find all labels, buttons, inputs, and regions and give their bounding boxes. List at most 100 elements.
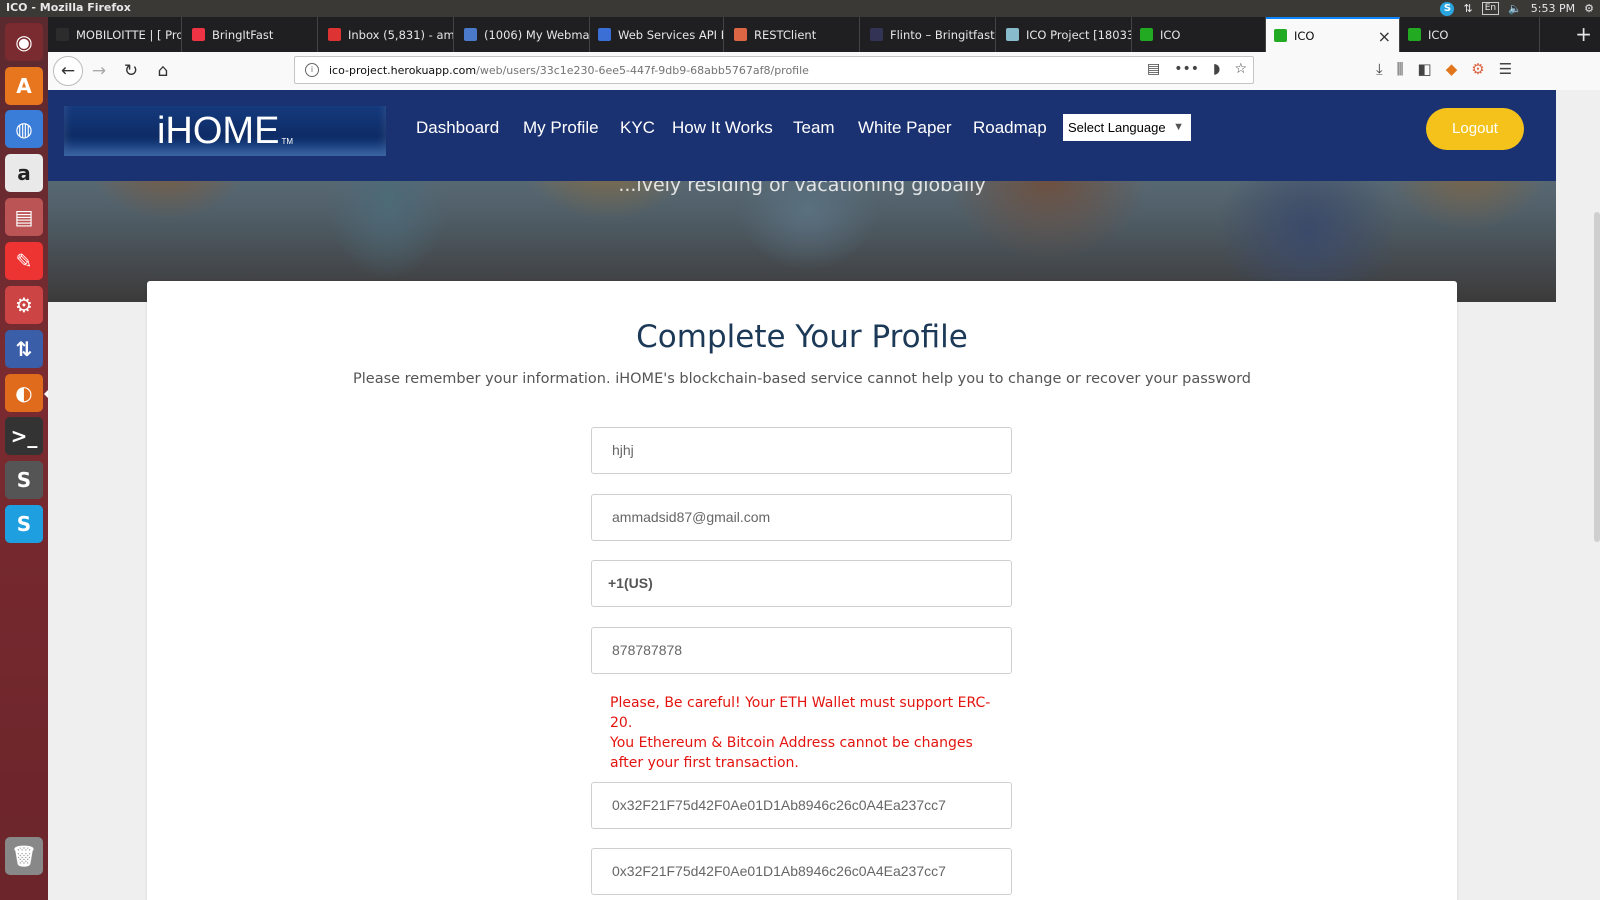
phone-field[interactable]: 878787878 xyxy=(591,627,1012,674)
logo-tm: TM xyxy=(281,136,293,146)
system-tray: S ⇅ En 🔈 5:53 PM ⚙ xyxy=(1440,0,1594,17)
launcher-software-center-icon[interactable]: A xyxy=(5,67,43,105)
email-field[interactable]: ammadsid87@gmail.com xyxy=(591,494,1012,541)
profile-card: Complete Your Profile Please remember yo… xyxy=(147,281,1457,900)
logout-button[interactable]: Logout xyxy=(1426,108,1524,150)
browser-tab[interactable]: MOBILOITTE | [ Project xyxy=(48,17,182,52)
tab-favicon-icon xyxy=(1274,29,1287,42)
browser-tab[interactable]: Web Services API D xyxy=(590,17,724,52)
keyboard-layout-indicator[interactable]: En xyxy=(1481,2,1500,15)
close-tab-icon[interactable]: × xyxy=(1378,27,1391,46)
window-title: ICO - Mozilla Firefox xyxy=(6,1,131,14)
tab-label: ICO xyxy=(1160,27,1181,42)
menu-icon[interactable]: ☰ xyxy=(1499,60,1512,78)
network-tray-icon[interactable]: ⇅ xyxy=(1463,2,1472,15)
launcher-chrome-icon[interactable]: ◍ xyxy=(5,110,43,148)
tab-favicon-icon xyxy=(464,28,477,41)
tab-label: ICO xyxy=(1294,28,1315,43)
tab-favicon-icon xyxy=(56,28,69,41)
page-actions-icon[interactable]: ••• xyxy=(1174,61,1199,77)
dropdown-arrow-icon: ▼ xyxy=(1173,121,1184,133)
tab-favicon-icon xyxy=(1140,28,1153,41)
launcher-network-icon[interactable]: ⇅ xyxy=(5,330,43,368)
browser-tab[interactable]: (1006) My Webmail xyxy=(456,17,590,52)
tab-favicon-icon xyxy=(192,28,205,41)
page-title: Complete Your Profile xyxy=(636,319,968,355)
volume-icon[interactable]: 🔈 xyxy=(1508,2,1522,15)
reader-view-icon[interactable]: ▤ xyxy=(1147,61,1160,77)
url-bar[interactable]: i ico-project.herokuapp.com/web/users/33… xyxy=(294,56,1254,84)
new-tab-button[interactable]: + xyxy=(1575,22,1592,46)
tab-favicon-icon xyxy=(328,28,341,41)
tab-label: BringItFast xyxy=(212,27,274,42)
browser-tab[interactable]: ICO × xyxy=(1266,17,1400,52)
language-select-label: Select Language xyxy=(1068,120,1166,135)
skype-tray-icon[interactable]: S xyxy=(1440,1,1455,16)
launcher: ◉ A ◍ a ▤ ✎ ⚙ ⇅ ◐ >_ S S 🗑 xyxy=(0,17,48,900)
nav-my-profile[interactable]: My Profile xyxy=(523,118,599,138)
launcher-amazon-icon[interactable]: a xyxy=(5,154,43,192)
pocket-icon[interactable]: ◗ xyxy=(1213,61,1220,77)
site-header: iHOME TM Dashboard My Profile KYC How It … xyxy=(48,90,1556,181)
launcher-files-icon[interactable]: ▤ xyxy=(5,198,43,236)
nav-roadmap[interactable]: Roadmap xyxy=(973,118,1047,138)
page-subtitle: Please remember your information. iHOME'… xyxy=(353,371,1251,387)
site-info-icon[interactable]: i xyxy=(305,63,319,77)
nav-kyc[interactable]: KYC xyxy=(620,118,655,138)
settings-gear-icon[interactable]: ⚙ xyxy=(1584,2,1594,15)
tab-label: RESTClient xyxy=(754,27,817,42)
nav-how-it-works[interactable]: How It Works xyxy=(672,118,773,138)
web-page: ...ively residing or vacationing globall… xyxy=(48,90,1600,900)
metamask-icon[interactable]: ◆ xyxy=(1446,60,1458,78)
launcher-firefox-icon[interactable]: ◐ xyxy=(5,374,43,412)
browser-tab[interactable]: ICO xyxy=(1132,17,1266,52)
launcher-skype-icon[interactable]: S xyxy=(5,505,43,543)
os-top-bar: ICO - Mozilla Firefox S ⇅ En 🔈 5:53 PM ⚙ xyxy=(0,0,1600,17)
downloads-icon[interactable]: ⤓ xyxy=(1376,60,1383,78)
tab-favicon-icon xyxy=(1006,28,1019,41)
scrollbar[interactable] xyxy=(1556,90,1600,900)
launcher-sublime-icon[interactable]: S xyxy=(5,461,43,499)
warning-line-1: Please, Be careful! Your ETH Wallet must… xyxy=(610,695,991,731)
nav-dashboard[interactable]: Dashboard xyxy=(416,118,499,138)
browser-tab[interactable]: ICO Project [18033 xyxy=(998,17,1132,52)
addon-icon[interactable]: ⚙ xyxy=(1471,60,1484,78)
country-code-select[interactable]: +1(US) xyxy=(591,560,1012,607)
launcher-terminal-icon[interactable]: >_ xyxy=(5,417,43,455)
tab-label: MOBILOITTE | [ Project xyxy=(76,27,182,42)
home-button[interactable]: ⌂ xyxy=(150,58,176,84)
tab-label: (1006) My Webmail xyxy=(484,27,590,42)
forward-button[interactable]: → xyxy=(86,58,112,84)
launcher-ubuntu-dash-icon[interactable]: ◉ xyxy=(5,23,43,61)
eth-address-field[interactable]: 0x32F21F75d42F0Ae01D1Ab8946c26c0A4Ea237c… xyxy=(591,782,1012,829)
browser-tab[interactable]: Flinto – Bringitfast xyxy=(862,17,996,52)
clock[interactable]: 5:53 PM xyxy=(1531,2,1575,15)
btc-address-field[interactable]: 0x32F21F75d42F0Ae01D1Ab8946c26c0A4Ea237c… xyxy=(591,848,1012,895)
sidebar-icon[interactable]: ◧ xyxy=(1418,60,1432,78)
scrollbar-thumb[interactable] xyxy=(1594,212,1600,542)
bookmark-star-icon[interactable]: ☆ xyxy=(1234,61,1247,77)
browser-tab[interactable]: Inbox (5,831) - amm xyxy=(320,17,454,52)
browser-tab[interactable]: ICO xyxy=(1400,17,1540,52)
tab-favicon-icon xyxy=(734,28,747,41)
tab-favicon-icon xyxy=(870,28,883,41)
launcher-text-editor-icon[interactable]: ✎ xyxy=(5,242,43,280)
tab-label: Flinto – Bringitfast xyxy=(890,27,995,42)
language-select[interactable]: Select Language ▼ xyxy=(1063,114,1191,141)
tab-favicon-icon xyxy=(598,28,611,41)
name-field[interactable]: hjhj xyxy=(591,427,1012,474)
nav-team[interactable]: Team xyxy=(793,118,835,138)
library-icon[interactable]: ⫼ xyxy=(1397,60,1404,78)
tab-label: ICO Project [18033 xyxy=(1026,27,1132,42)
tab-label: Web Services API D xyxy=(618,27,724,42)
warning-line-2: You Ethereum & Bitcoin Address cannot be… xyxy=(610,735,973,771)
launcher-settings-icon[interactable]: ⚙ xyxy=(5,286,43,324)
browser-tab[interactable]: RESTClient xyxy=(726,17,860,52)
browser-tab[interactable]: BringItFast xyxy=(184,17,318,52)
site-logo[interactable]: iHOME TM xyxy=(64,106,386,156)
tab-favicon-icon xyxy=(1408,28,1421,41)
nav-white-paper[interactable]: White Paper xyxy=(858,118,952,138)
launcher-trash-icon[interactable]: 🗑 xyxy=(5,837,43,875)
back-button[interactable]: ← xyxy=(53,56,83,86)
reload-button[interactable]: ↻ xyxy=(118,58,144,84)
